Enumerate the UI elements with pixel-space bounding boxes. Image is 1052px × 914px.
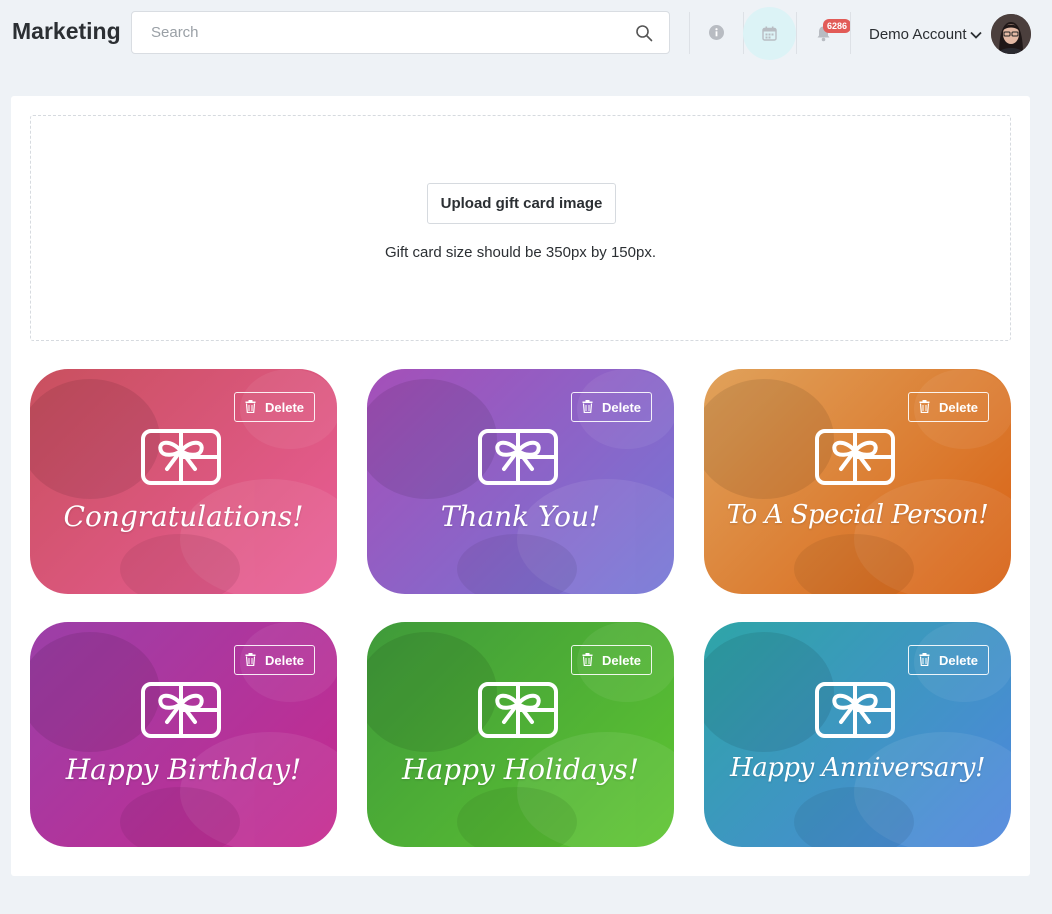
gift-cards-panel: Upload gift card image Gift card size sh… xyxy=(11,96,1030,876)
delete-label: Delete xyxy=(265,652,305,668)
account-menu[interactable]: Demo Account xyxy=(869,26,967,43)
delete-card-button[interactable]: Delete xyxy=(234,645,315,675)
gift-card-title: Happy Anniversary! xyxy=(730,753,985,783)
gift-card[interactable]: To A Special Person! Delete xyxy=(704,369,1011,594)
header-divider xyxy=(850,12,851,54)
trash-icon xyxy=(245,653,256,666)
page-title: Marketing xyxy=(12,18,121,44)
gift-card-icon xyxy=(815,429,895,485)
delete-label: Delete xyxy=(265,399,305,415)
delete-card-button[interactable]: Delete xyxy=(571,392,652,422)
delete-label: Delete xyxy=(939,652,979,668)
trash-icon xyxy=(919,653,930,666)
gift-card-title: Congratulations! xyxy=(63,500,304,533)
gift-card[interactable]: Congratulations! Delete xyxy=(30,369,337,594)
upload-dropzone[interactable]: Upload gift card image Gift card size sh… xyxy=(30,115,1011,341)
calendar-button[interactable] xyxy=(743,7,796,60)
gift-card[interactable]: Happy Birthday! Delete xyxy=(30,622,337,847)
info-icon[interactable] xyxy=(709,25,724,40)
gift-card-icon xyxy=(478,429,558,485)
notification-badge: 6286 xyxy=(823,19,852,33)
upload-gift-card-button[interactable]: Upload gift card image xyxy=(427,183,616,224)
calendar-icon xyxy=(762,26,777,41)
upload-size-hint: Gift card size should be 350px by 150px. xyxy=(385,244,656,261)
gift-card-icon xyxy=(141,429,221,485)
delete-card-button[interactable]: Delete xyxy=(908,645,989,675)
top-header: Marketing 6286 Demo Acco xyxy=(0,0,1052,68)
gift-card-icon xyxy=(478,682,558,738)
delete-card-button[interactable]: Delete xyxy=(908,392,989,422)
gift-card-icon xyxy=(815,682,895,738)
avatar-image xyxy=(991,14,1031,54)
gift-card-icon xyxy=(141,682,221,738)
search-icon[interactable] xyxy=(635,24,653,42)
avatar[interactable] xyxy=(991,14,1031,54)
delete-card-button[interactable]: Delete xyxy=(234,392,315,422)
delete-label: Delete xyxy=(939,399,979,415)
header-divider xyxy=(689,12,690,54)
trash-icon xyxy=(582,400,593,413)
gift-card[interactable]: Happy Anniversary! Delete xyxy=(704,622,1011,847)
delete-label: Delete xyxy=(602,652,642,668)
chevron-down-icon[interactable] xyxy=(970,31,982,39)
trash-icon xyxy=(582,653,593,666)
trash-icon xyxy=(245,400,256,413)
trash-icon xyxy=(919,400,930,413)
delete-label: Delete xyxy=(602,399,642,415)
gift-card-title: Thank You! xyxy=(440,500,601,533)
delete-card-button[interactable]: Delete xyxy=(571,645,652,675)
gift-card-title: Happy Holidays! xyxy=(402,753,639,786)
header-divider xyxy=(796,12,797,54)
search-box[interactable] xyxy=(131,11,670,54)
gift-card-title: Happy Birthday! xyxy=(65,753,302,786)
gift-card[interactable]: Happy Holidays! Delete xyxy=(367,622,674,847)
gift-card[interactable]: Thank You! Delete xyxy=(367,369,674,594)
gift-card-title: To A Special Person! xyxy=(726,500,989,530)
search-input[interactable] xyxy=(132,12,622,53)
